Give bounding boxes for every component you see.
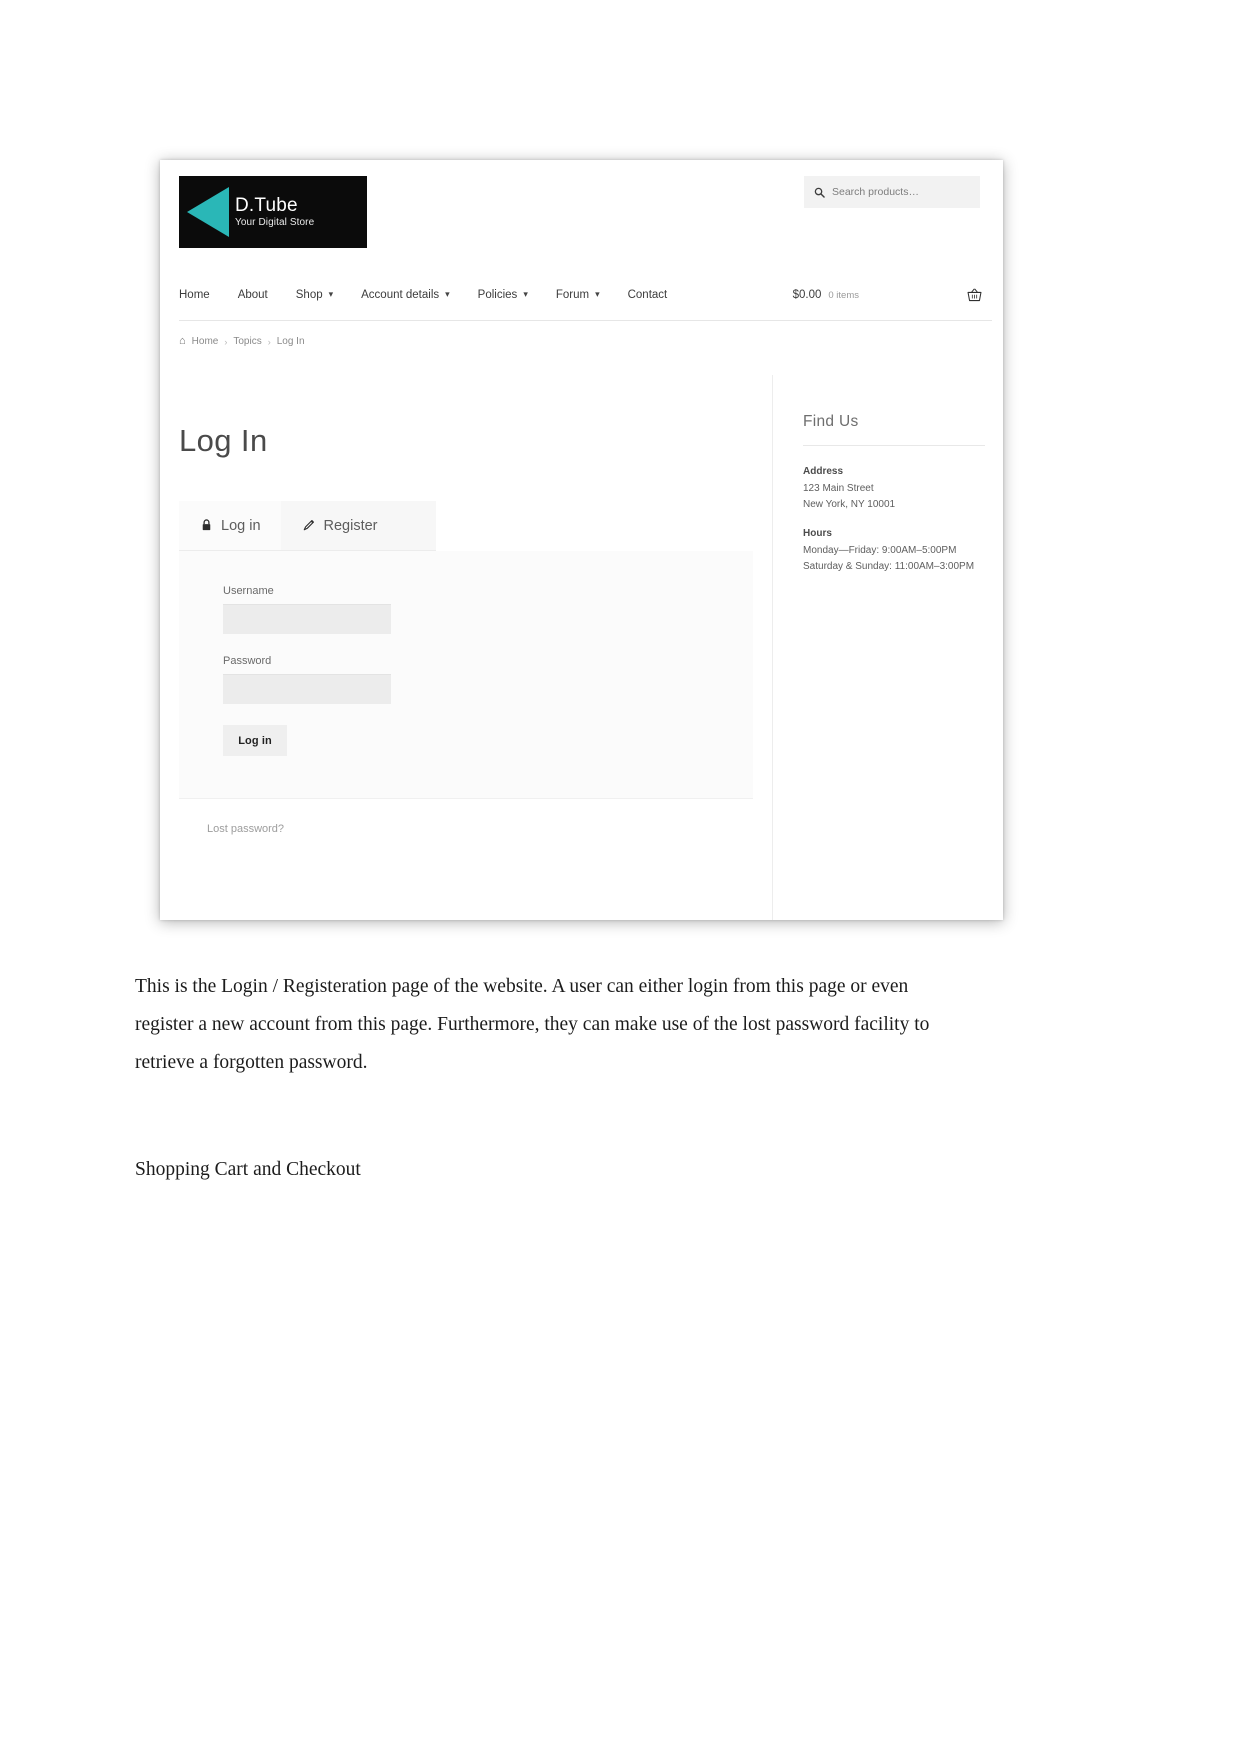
nav-item-shop[interactable]: Shop ▾ [296,285,347,305]
breadcrumb-separator: › [267,336,271,347]
breadcrumb-item-topics[interactable]: Topics [233,336,261,347]
cart-total: $0.00 [792,289,822,301]
login-submit-button[interactable]: Log in [223,725,287,756]
nav-label: Account details [361,289,440,301]
main-content-column: Log In Log in Register Username Password… [168,375,772,920]
logo-title: D.Tube [235,195,298,216]
username-input[interactable] [223,604,391,634]
primary-navigation: Home About Shop ▾ Account details ▾ Poli… [168,270,1003,320]
cart-summary[interactable]: $0.00 0 items [793,288,992,302]
document-subheading: Shopping Cart and Checkout [135,1159,361,1180]
nav-item-about[interactable]: About [238,285,282,305]
login-form-panel: Username Password Log in [179,551,753,799]
breadcrumb-item-current: Log In [276,336,305,347]
nav-label: Home [179,289,210,301]
chevron-down-icon[interactable]: ▾ [595,289,600,299]
document-paragraph-block: This is the Login / Registeration page o… [135,968,960,1082]
nav-label: Shop [295,289,323,301]
address-heading: Address [803,466,844,477]
auth-tabs: Log in Register [179,501,436,551]
password-input[interactable] [223,674,391,704]
nav-item-account-details[interactable]: Account details ▾ [361,285,464,305]
breadcrumb: ⌂ Home › Topics › Log In [179,336,305,348]
username-label: Username [223,585,274,597]
nav-item-forum[interactable]: Forum ▾ [556,285,614,305]
tab-register[interactable]: Register [281,501,398,550]
tab-register-label: Register [323,518,378,534]
page-body: Log In Log in Register Username Password… [168,375,1003,920]
document-paragraph: This is the Login / Registeration page o… [135,976,930,1073]
play-triangle-icon [187,187,229,237]
lost-password-link[interactable]: Lost password? [207,823,761,835]
chevron-down-icon[interactable]: ▾ [329,289,334,299]
logo-text-group: D.Tube Your Digital Store [235,196,314,228]
nav-item-home[interactable]: Home [179,285,224,305]
nav-label: Forum [555,289,590,301]
hours-line-2: Saturday & Sunday: 11:00AM–3:00PM [803,560,975,572]
page-title: Log In [179,423,268,458]
chevron-down-icon[interactable]: ▾ [445,289,450,299]
search-icon [814,187,825,198]
sidebar: Find Us Address 123 Main Street New York… [772,375,1003,920]
breadcrumb-item-home[interactable]: Home [192,336,219,347]
shopping-basket-icon[interactable] [967,288,982,302]
sidebar-widget-title: Find Us [803,413,985,446]
site-header: D.Tube Your Digital Store Search product… [168,160,1003,321]
header-divider [179,320,992,321]
chevron-down-icon[interactable]: ▾ [523,289,528,299]
nav-label: Policies [477,289,518,301]
password-label: Password [223,655,272,667]
website-screenshot-figure: D.Tube Your Digital Store Search product… [160,160,1003,920]
address-line-2: New York, NY 10001 [803,498,896,510]
logo-tagline: Your Digital Store [235,217,315,228]
hours-line-1: Monday—Friday: 9:00AM–5:00PM [803,545,957,556]
address-line-1: 123 Main Street [803,483,874,494]
search-placeholder: Search products… [832,186,919,198]
nav-label: Contact [627,289,668,301]
tab-login[interactable]: Log in [179,501,281,550]
tab-login-label: Log in [221,518,261,534]
nav-label: About [237,289,268,301]
home-icon[interactable]: ⌂ [179,336,186,347]
pencil-icon [303,519,315,533]
nav-item-contact[interactable]: Contact [628,285,682,305]
browser-window: D.Tube Your Digital Store Search product… [160,160,1003,920]
lock-icon [201,519,212,533]
hours-heading: Hours [803,528,832,539]
cart-item-count: 0 items [828,289,859,301]
search-products-field[interactable]: Search products… [804,176,980,208]
website-page: D.Tube Your Digital Store Search product… [168,160,1003,920]
nav-item-policies[interactable]: Policies ▾ [478,285,542,305]
nav-item-list: Home About Shop ▾ Account details ▾ Poli… [179,285,695,305]
breadcrumb-separator: › [224,336,228,347]
site-logo[interactable]: D.Tube Your Digital Store [179,176,367,248]
